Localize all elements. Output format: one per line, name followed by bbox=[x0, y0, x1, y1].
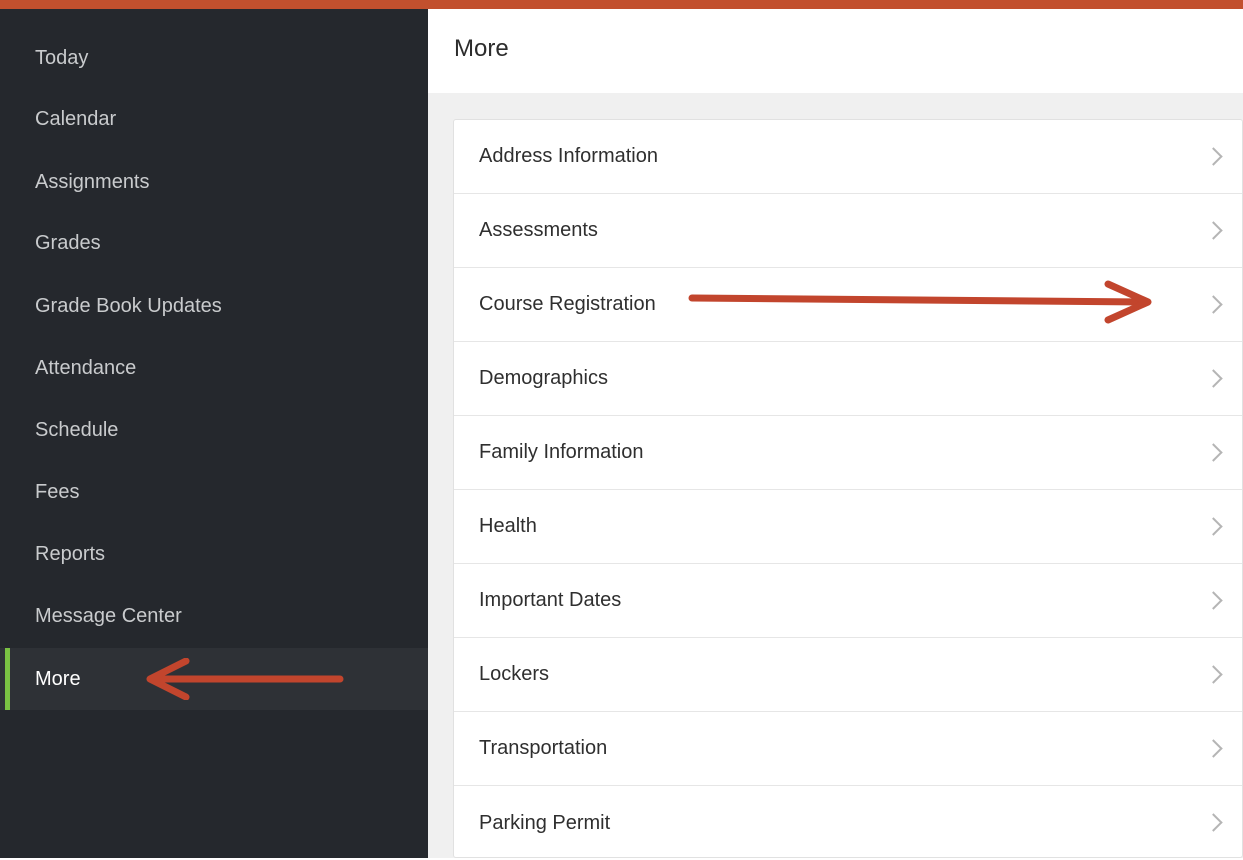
chevron-right-icon bbox=[1204, 813, 1223, 832]
list-item-label: Address Information bbox=[479, 145, 658, 167]
list-item-address-information[interactable]: Address Information bbox=[454, 120, 1242, 194]
page-header: More bbox=[428, 9, 1243, 93]
sidebar-item-grade-book-updates[interactable]: Grade Book Updates bbox=[0, 275, 428, 337]
list-item-important-dates[interactable]: Important Dates bbox=[454, 564, 1242, 638]
chevron-right-icon bbox=[1204, 738, 1223, 758]
list-item-course-registration[interactable]: Course Registration bbox=[454, 268, 1242, 342]
list-item-assessments[interactable]: Assessments bbox=[454, 194, 1242, 268]
chevron-right-icon bbox=[1204, 368, 1223, 388]
sidebar-item-today[interactable]: Today bbox=[0, 27, 428, 89]
chevron-right-icon bbox=[1204, 220, 1223, 240]
sidebar-nav: Today Calendar Assignments Grades Grade … bbox=[0, 9, 428, 858]
sidebar-item-label: Today bbox=[35, 46, 89, 69]
sidebar-item-calendar[interactable]: Calendar bbox=[0, 88, 428, 150]
sidebar-item-label: Grades bbox=[35, 231, 101, 254]
chevron-right-icon bbox=[1204, 294, 1223, 314]
sidebar-item-fees[interactable]: Fees bbox=[0, 461, 428, 523]
sidebar-item-grades[interactable]: Grades bbox=[0, 212, 428, 274]
list-item-label: Family Information bbox=[479, 441, 644, 463]
list-item-transportation[interactable]: Transportation bbox=[454, 712, 1242, 786]
more-options-list: Address Information Assessments Course R… bbox=[453, 119, 1243, 858]
top-accent-bar bbox=[0, 0, 1243, 9]
chevron-right-icon bbox=[1204, 664, 1223, 684]
sidebar-item-assignments[interactable]: Assignments bbox=[0, 151, 428, 213]
list-item-label: Parking Permit bbox=[479, 811, 611, 834]
sidebar-item-message-center[interactable]: Message Center bbox=[0, 585, 428, 647]
list-item-demographics[interactable]: Demographics bbox=[454, 342, 1242, 416]
sidebar-item-label: More bbox=[35, 667, 81, 690]
sidebar-item-reports[interactable]: Reports bbox=[0, 523, 428, 585]
sidebar-item-label: Fees bbox=[35, 480, 80, 503]
list-item-label: Demographics bbox=[479, 367, 608, 389]
sidebar-item-label: Attendance bbox=[35, 356, 137, 379]
page-title: More bbox=[454, 35, 509, 62]
chevron-right-icon bbox=[1204, 146, 1223, 166]
list-item-label: Assessments bbox=[479, 219, 598, 241]
sidebar-item-label: Calendar bbox=[35, 107, 117, 130]
chevron-right-icon bbox=[1204, 590, 1223, 610]
sidebar-item-more[interactable]: More bbox=[0, 648, 428, 710]
sidebar-item-schedule[interactable]: Schedule bbox=[0, 399, 428, 461]
list-item-health[interactable]: Health bbox=[454, 490, 1242, 564]
list-item-label: Important Dates bbox=[479, 589, 622, 611]
list-item-family-information[interactable]: Family Information bbox=[454, 416, 1242, 490]
list-item-label: Lockers bbox=[479, 663, 550, 685]
list-item-parking-permit[interactable]: Parking Permit bbox=[454, 786, 1242, 860]
chevron-right-icon bbox=[1204, 442, 1223, 462]
list-item-lockers[interactable]: Lockers bbox=[454, 638, 1242, 712]
sidebar-item-label: Reports bbox=[35, 542, 106, 565]
chevron-right-icon bbox=[1204, 516, 1223, 536]
sidebar-item-label: Assignments bbox=[35, 170, 150, 193]
main-content: More Address Information Assessments Cou… bbox=[428, 9, 1243, 858]
sidebar-item-label: Schedule bbox=[35, 418, 119, 441]
sidebar-item-label: Grade Book Updates bbox=[35, 294, 222, 317]
sidebar-item-label: Message Center bbox=[35, 604, 182, 627]
list-item-label: Transportation bbox=[479, 737, 608, 759]
list-item-label: Health bbox=[479, 515, 537, 537]
sidebar-item-attendance[interactable]: Attendance bbox=[0, 337, 428, 399]
list-item-label: Course Registration bbox=[479, 293, 656, 315]
